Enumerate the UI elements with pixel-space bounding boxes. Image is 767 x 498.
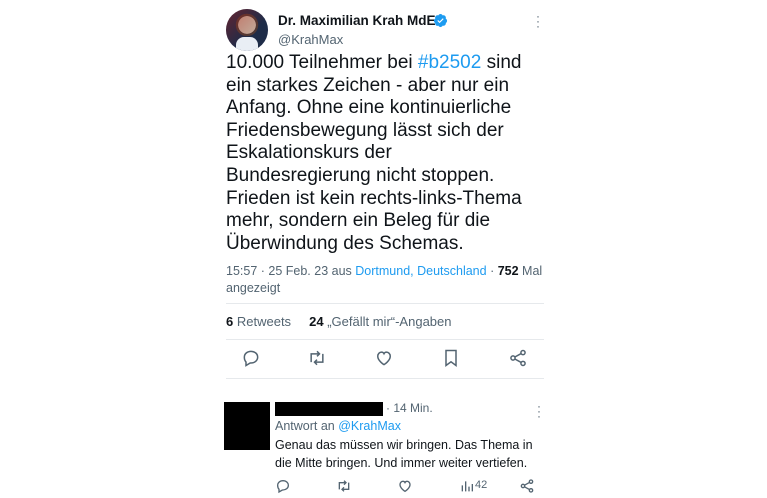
reply-views-count: 42 bbox=[475, 479, 488, 491]
reply-retweet-icon[interactable] bbox=[336, 478, 352, 494]
author-name[interactable]: Dr. Maximilian Krah MdEP bbox=[278, 13, 445, 28]
verified-badge-icon bbox=[433, 13, 448, 28]
author-handle[interactable]: @KrahMax bbox=[278, 32, 343, 47]
reply-avatar-redacted[interactable] bbox=[224, 402, 270, 450]
reply-to-prefix: Antwort an bbox=[275, 419, 339, 433]
bookmark-icon[interactable] bbox=[441, 348, 461, 368]
likes-stat[interactable]: 24 „Gefällt mir“-Angaben bbox=[309, 314, 451, 329]
divider bbox=[226, 339, 544, 340]
engagement-stats: 6 Retweets 24 „Gefällt mir“-Angaben bbox=[226, 314, 452, 329]
retweets-label: Retweets bbox=[236, 314, 292, 329]
tweet-action-bar bbox=[226, 342, 544, 374]
reply-more-options-icon[interactable]: · · · bbox=[533, 400, 545, 422]
hashtag-link[interactable]: #b2502 bbox=[418, 52, 481, 73]
views-count: 752 bbox=[497, 264, 519, 278]
reply-action-bar: 42 bbox=[275, 478, 541, 496]
reply-reply-icon[interactable] bbox=[275, 478, 291, 494]
tweet-meta: 15:57 · 25 Feb. 23 aus Dortmund, Deutsch… bbox=[226, 263, 548, 296]
tweet-text-start: 10.000 Teilnehmer bei bbox=[226, 52, 418, 73]
reply-time[interactable]: · 14 Min. bbox=[386, 401, 433, 415]
reply-to-handle[interactable]: @KrahMax bbox=[338, 419, 401, 433]
likes-count: 24 bbox=[309, 314, 324, 329]
reply-text: Genau das müssen wir bringen. Das Thema … bbox=[275, 438, 533, 470]
retweets-count: 6 bbox=[226, 314, 234, 329]
retweets-stat[interactable]: 6 Retweets bbox=[226, 314, 291, 329]
more-options-icon[interactable]: · · · bbox=[532, 10, 544, 32]
reply-icon[interactable] bbox=[241, 348, 261, 368]
tweet-text-rest: sind ein starkes Zeichen - aber nur ein … bbox=[226, 52, 522, 254]
reply-views-icon[interactable] bbox=[459, 478, 475, 494]
reply-to-line: Antwort an @KrahMax bbox=[275, 419, 401, 433]
reply-share-icon[interactable] bbox=[519, 478, 535, 494]
author-avatar[interactable] bbox=[226, 9, 268, 51]
retweet-icon[interactable] bbox=[307, 348, 327, 368]
like-icon[interactable] bbox=[374, 348, 394, 368]
divider bbox=[226, 378, 544, 379]
divider bbox=[226, 303, 544, 304]
likes-label: „Gefällt mir“-Angaben bbox=[327, 314, 452, 329]
tweet-text: 10.000 Teilnehmer bei #b2502 sind ein st… bbox=[226, 52, 526, 255]
reply-like-icon[interactable] bbox=[397, 478, 413, 494]
tweet-timestamp[interactable]: 15:57 · 25 Feb. 23 aus bbox=[226, 264, 355, 278]
meta-separator: · bbox=[486, 264, 498, 278]
location-link[interactable]: Dortmund, Deutschland bbox=[355, 264, 486, 278]
share-icon[interactable] bbox=[508, 348, 528, 368]
reply-author-redacted bbox=[275, 402, 383, 416]
